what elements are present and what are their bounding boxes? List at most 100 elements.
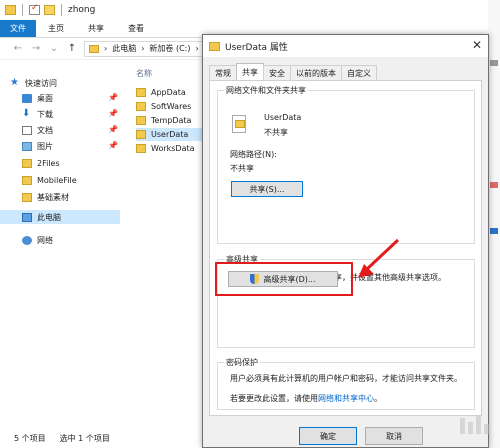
- dialog-title: UserData 属性: [225, 42, 288, 53]
- cancel-button[interactable]: 取消: [365, 427, 423, 445]
- tab-security[interactable]: 安全: [263, 65, 291, 80]
- sidebar-item-materials[interactable]: 基础素材: [22, 190, 122, 204]
- tab-home[interactable]: 主页: [36, 20, 76, 37]
- sidebar-item-network[interactable]: 网络: [22, 233, 122, 247]
- forward-arrow-icon[interactable]: →: [30, 43, 42, 54]
- sidebar-item-this-pc[interactable]: 此电脑: [0, 210, 120, 224]
- pin-icon[interactable]: 📌: [108, 93, 118, 102]
- item-count: 5 个项目: [14, 433, 46, 443]
- folder-icon: [89, 44, 99, 53]
- background-window-edge: [488, 0, 500, 448]
- network-icon: [22, 235, 32, 245]
- sharing-panel: 网络文件和文件夹共享 UserData 不共享 网络路径(N): 不共享 共享(…: [209, 80, 482, 416]
- sidebar-item-2files[interactable]: 2Files: [22, 156, 122, 170]
- tab-share[interactable]: 共享: [76, 20, 116, 37]
- list-item[interactable]: TempData: [136, 114, 208, 127]
- folder-icon: [209, 41, 220, 51]
- tab-customize[interactable]: 自定义: [341, 65, 377, 80]
- sidebar-item-downloads[interactable]: ⬇ 下载: [22, 107, 122, 121]
- column-header-name[interactable]: 名称: [136, 68, 152, 79]
- tab-previous-versions[interactable]: 以前的版本: [290, 65, 342, 80]
- folder-icon: [136, 130, 146, 139]
- sidebar-item-label: MobileFile: [37, 175, 77, 185]
- share-state: 不共享: [264, 128, 288, 137]
- tab-file[interactable]: 文件: [0, 20, 36, 37]
- navigation-pane: ★ 快速访问 桌面 📌 ⬇ 下载 📌 文档 📌 图片 📌 2Files Mobi…: [0, 60, 125, 420]
- download-icon: ⬇: [22, 108, 31, 119]
- explorer-titlebar: zhong: [0, 0, 500, 20]
- breadcrumb-separator: ›: [195, 44, 199, 53]
- color-marker-icon: [490, 182, 498, 188]
- back-arrow-icon[interactable]: ←: [12, 43, 24, 54]
- password-protection-group: 密码保护 用户必须具有此计算机的用户帐户和密码，才能访问共享文件夹。 若要更改此…: [217, 357, 475, 410]
- sidebar-item-desktop[interactable]: 桌面: [22, 91, 122, 105]
- desktop-icon: [22, 93, 32, 103]
- folder-icon: [22, 158, 32, 168]
- recent-chevron-icon[interactable]: ⌄: [48, 43, 60, 54]
- title-divider: [61, 4, 62, 16]
- properties-icon[interactable]: [29, 3, 40, 15]
- breadcrumb-separator: ›: [141, 44, 145, 53]
- network-path-label: 网络路径(N):: [230, 150, 277, 159]
- file-name: WorksData: [151, 144, 195, 153]
- annotation-highlight-box: [215, 262, 353, 296]
- annotation-arrow-icon: [358, 238, 400, 278]
- pin-icon[interactable]: 📌: [108, 141, 118, 150]
- folder-icon: [136, 144, 146, 153]
- sidebar-item-label: 2Files: [37, 158, 60, 168]
- pin-icon[interactable]: 📌: [108, 125, 118, 134]
- period: 。: [374, 394, 382, 403]
- sidebar-item-documents[interactable]: 文档: [22, 123, 122, 137]
- tab-sharing[interactable]: 共享: [236, 63, 264, 80]
- breadcrumb-separator: ›: [104, 44, 108, 53]
- window-title: zhong: [68, 5, 96, 15]
- breadcrumb-this-pc[interactable]: 此电脑: [112, 43, 136, 54]
- shared-folder-icon: [232, 115, 246, 133]
- sidebar-item-label: 下载: [37, 109, 53, 119]
- watermark-logo: [460, 416, 489, 434]
- list-item[interactable]: SoftWares: [136, 100, 208, 113]
- file-name: SoftWares: [151, 102, 192, 111]
- sidebar-item-quick-access[interactable]: ★ 快速访问: [10, 76, 110, 90]
- file-name: AppData: [151, 88, 186, 97]
- ok-button[interactable]: 确定: [299, 427, 357, 445]
- star-icon: ★: [10, 77, 19, 88]
- list-item[interactable]: WorksData: [136, 142, 208, 155]
- sidebar-item-label: 此电脑: [37, 212, 61, 222]
- sidebar-item-label: 图片: [37, 141, 53, 151]
- sidebar-item-mobilefile[interactable]: MobileFile: [22, 173, 122, 187]
- folder-name: UserData: [264, 113, 302, 122]
- share-button[interactable]: 共享(S)...: [231, 181, 303, 197]
- up-arrow-icon[interactable]: ↑: [66, 43, 78, 54]
- list-item-selected[interactable]: UserData: [136, 128, 208, 141]
- folder-icon: [136, 116, 146, 125]
- folder-icon: [136, 102, 146, 111]
- tab-general[interactable]: 常规: [209, 65, 237, 80]
- folder-icon: [5, 5, 16, 15]
- network-sharing-center-link[interactable]: 网络和共享中心: [318, 394, 374, 403]
- dialog-tabs: 常规 共享 安全 以前的版本 自定义: [209, 63, 377, 80]
- network-path-value: 不共享: [230, 164, 254, 173]
- change-text: 若要更改此设置，请使用: [230, 394, 318, 403]
- properties-dialog: UserData 属性 ✕ 常规 共享 安全 以前的版本 自定义 网络文件和文件…: [202, 34, 489, 448]
- sidebar-item-label: 快速访问: [25, 78, 57, 88]
- breadcrumb-drive[interactable]: 新加卷 (C:): [149, 43, 190, 54]
- new-folder-icon[interactable]: [44, 5, 55, 15]
- tab-view[interactable]: 查看: [116, 20, 156, 37]
- sidebar-item-label: 文档: [37, 125, 53, 135]
- group-title: 网络文件和文件夹共享: [224, 85, 308, 96]
- sidebar-item-label: 桌面: [37, 93, 53, 103]
- close-icon[interactable]: ✕: [472, 38, 482, 52]
- folder-icon: [22, 175, 32, 185]
- quick-access-divider: [22, 4, 23, 16]
- list-item[interactable]: AppData: [136, 86, 208, 99]
- sidebar-item-pictures[interactable]: 图片: [22, 139, 122, 153]
- password-change-hint: 若要更改此设置，请使用网络和共享中心。: [230, 393, 382, 404]
- sidebar-item-label: 网络: [37, 235, 53, 245]
- sidebar-item-label: 基础素材: [37, 192, 69, 202]
- pin-icon[interactable]: 📌: [108, 109, 118, 118]
- color-marker-icon: [490, 228, 498, 234]
- password-description: 用户必须具有此计算机的用户帐户和密码，才能访问共享文件夹。: [230, 374, 462, 383]
- computer-icon: [22, 212, 32, 222]
- file-name: TempData: [151, 116, 192, 125]
